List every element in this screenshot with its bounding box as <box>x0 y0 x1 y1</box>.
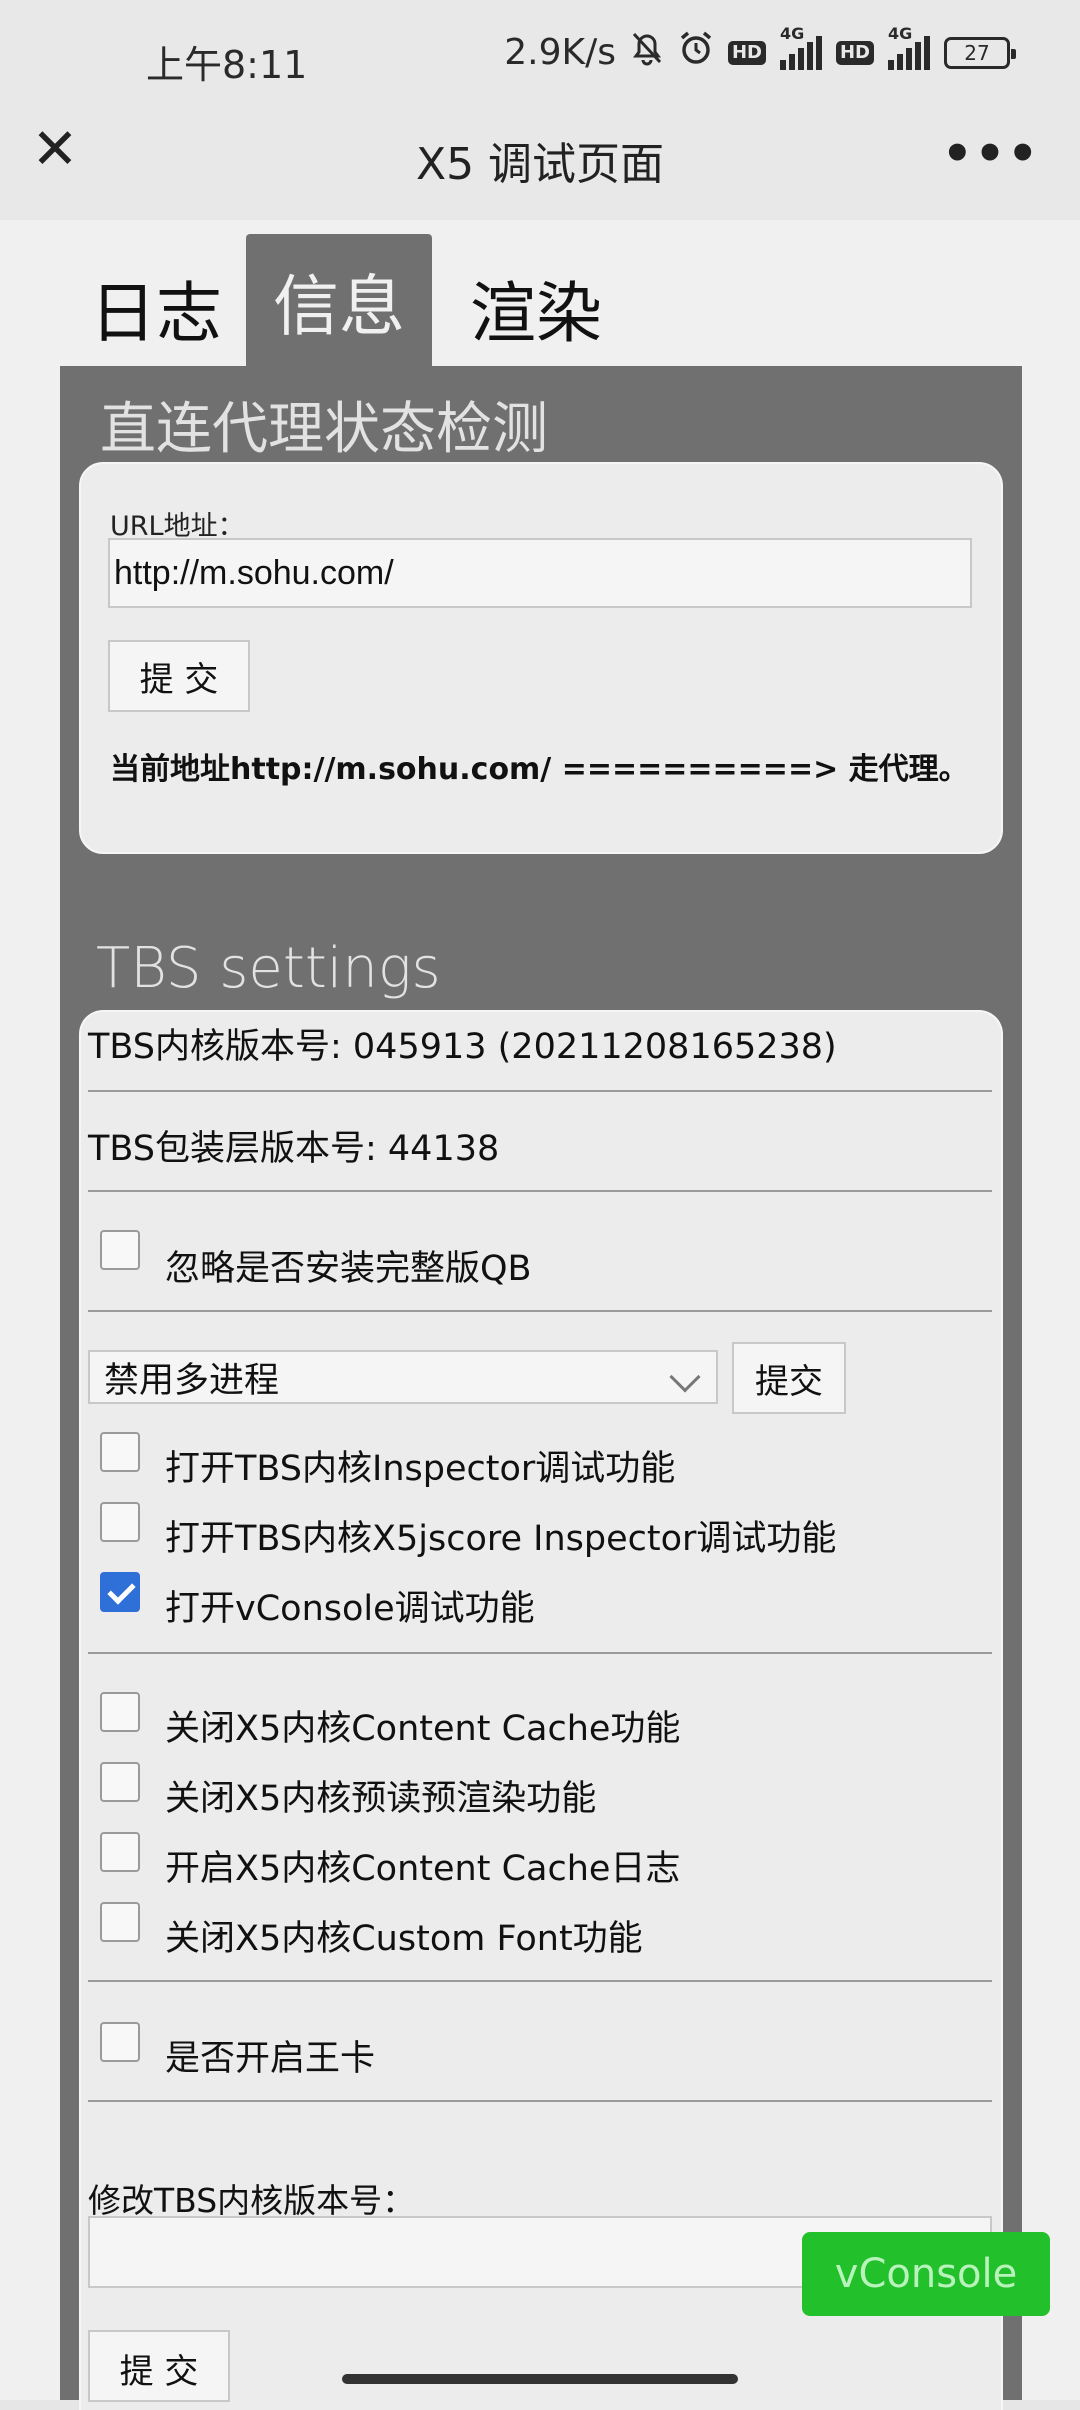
home-indicator[interactable] <box>342 2374 738 2384</box>
hd-badge-2: HD <box>835 40 874 65</box>
tab-render[interactable]: 渲染 <box>432 248 602 368</box>
mute-bell-icon <box>630 30 664 75</box>
proxy-section-title: 直连代理状态检测 <box>100 397 548 462</box>
divider <box>88 2100 992 2102</box>
process-mode-select[interactable]: 禁用多进程 <box>88 1350 718 1404</box>
custom-font-label: 关闭X5内核Custom Font功能 <box>165 1919 643 1959</box>
prerender-checkbox[interactable] <box>100 1762 140 1802</box>
jscore-inspector-label: 打开TBS内核X5jscore Inspector调试功能 <box>165 1519 837 1559</box>
modify-version-label: 修改TBS内核版本号： <box>88 2181 416 2220</box>
proxy-submit-button[interactable]: 提 交 <box>108 640 250 712</box>
process-mode-value: 禁用多进程 <box>104 1360 280 1401</box>
alarm-clock-icon <box>678 30 714 75</box>
wrapper-version-text: TBS包装层版本号: 44138 <box>88 1129 500 1169</box>
tab-bar: 日志 信息 渲染 <box>90 234 602 368</box>
inspector-checkbox[interactable] <box>100 1432 140 1472</box>
ignore-qb-label: 忽略是否安装完整版QB <box>165 1249 532 1289</box>
network-speed: 2.9K/s <box>504 32 616 73</box>
tab-info[interactable]: 信息 <box>246 234 432 368</box>
content-cache-label: 关闭X5内核Content Cache功能 <box>165 1709 681 1749</box>
custom-font-checkbox[interactable] <box>100 1902 140 1942</box>
divider <box>88 1090 992 1092</box>
url-input[interactable] <box>108 538 972 608</box>
proxy-result-text: 当前地址http://m.sohu.com/ ==========> 走代理。 <box>110 752 969 787</box>
tab-log[interactable]: 日志 <box>90 248 246 368</box>
cache-log-label: 开启X5内核Content Cache日志 <box>165 1849 681 1889</box>
prerender-label: 关闭X5内核预读预渲染功能 <box>165 1779 597 1819</box>
inspector-label: 打开TBS内核Inspector调试功能 <box>165 1449 676 1489</box>
signal-icon-1: 4G <box>779 24 822 70</box>
vconsole-label: 打开vConsole调试功能 <box>165 1589 535 1629</box>
core-version-text: TBS内核版本号: 045913 (20211208165238) <box>88 1027 837 1067</box>
wangka-checkbox[interactable] <box>100 2022 140 2062</box>
more-icon[interactable]: ••• <box>942 126 1040 182</box>
process-submit-button[interactable]: 提交 <box>732 1342 846 1414</box>
jscore-inspector-checkbox[interactable] <box>100 1502 140 1542</box>
divider <box>88 1190 992 1192</box>
status-icons: 2.9K/s HD 4G HD 4G 27 <box>504 24 1016 75</box>
modify-version-submit-button[interactable]: 提 交 <box>88 2330 230 2402</box>
battery-icon: 27 <box>944 36 1016 69</box>
signal-icon-2: 4G <box>888 24 930 70</box>
vconsole-checkbox[interactable] <box>100 1572 140 1612</box>
vconsole-button[interactable]: vConsole <box>802 2232 1050 2316</box>
tbs-section-title: TBS settings <box>96 936 441 1001</box>
ignore-qb-checkbox[interactable] <box>100 1230 140 1270</box>
divider <box>88 1652 992 1654</box>
content-cache-checkbox[interactable] <box>100 1692 140 1732</box>
hd-badge-1: HD <box>727 40 766 65</box>
page-title: X5 调试页面 <box>415 139 665 190</box>
chevron-down-icon <box>669 1361 701 1393</box>
divider <box>88 1980 992 1982</box>
status-time: 上午8:11 <box>146 43 308 87</box>
wangka-label: 是否开启王卡 <box>165 2039 376 2079</box>
status-bar: 上午8:11 2.9K/s HD 4G HD 4G 27 <box>0 0 1080 120</box>
cache-log-checkbox[interactable] <box>100 1832 140 1872</box>
divider <box>88 1310 992 1312</box>
